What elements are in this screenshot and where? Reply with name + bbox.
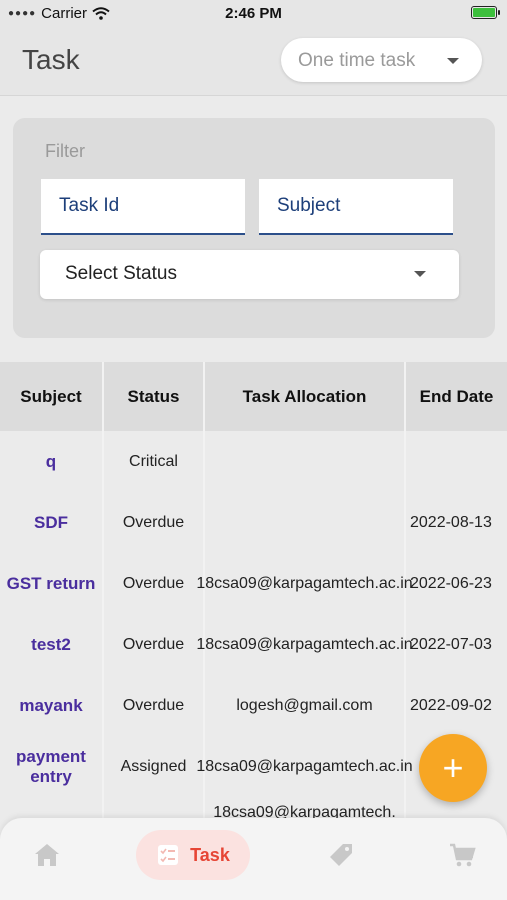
add-task-button[interactable]: + bbox=[419, 734, 487, 802]
row-status: Assigned bbox=[120, 757, 187, 775]
subject-label: Subject bbox=[277, 195, 341, 216]
nav-task[interactable]: Task bbox=[136, 830, 250, 880]
filter-label: Filter bbox=[45, 141, 85, 161]
table-header: Subject Status Task Allocation End Date bbox=[0, 362, 507, 431]
table-row[interactable]: mayank Overdue logesh@gmail.com 2022-09-… bbox=[0, 675, 507, 736]
nav-tag[interactable] bbox=[316, 830, 366, 880]
table-row[interactable]: GST return Overdue 18csa09@karpagamtech.… bbox=[0, 553, 507, 614]
row-end-date: 2022-07-03 bbox=[410, 635, 492, 653]
nav-cart[interactable] bbox=[437, 830, 487, 880]
row-allocation: 18csa09@karpagamtech.ac.in bbox=[196, 574, 413, 592]
row-allocation: 18csa09@karpagamtech.ac.in bbox=[196, 635, 413, 653]
row-subject[interactable]: GST return bbox=[0, 553, 102, 614]
row-end-date: 2022-09-02 bbox=[410, 696, 492, 714]
status-bar: ●●●● Carrier 2:46 PM bbox=[0, 0, 507, 26]
task-type-dropdown[interactable]: One time task bbox=[281, 38, 482, 82]
page-title: Task bbox=[22, 44, 80, 75]
bottom-nav: Task bbox=[0, 818, 507, 900]
status-time: 2:46 PM bbox=[225, 5, 282, 22]
cart-icon bbox=[450, 843, 476, 867]
row-status: Overdue bbox=[122, 574, 185, 592]
status-select[interactable]: Select Status bbox=[40, 250, 459, 299]
task-id-field[interactable]: Task Id bbox=[41, 179, 245, 235]
task-type-value: One time task bbox=[298, 50, 416, 71]
plus-icon: + bbox=[442, 747, 464, 788]
status-select-label: Select Status bbox=[65, 263, 177, 284]
row-allocation: 18csa09@karpagamtech.ac.in bbox=[196, 757, 413, 775]
table-row[interactable]: SDF Overdue 2022-08-13 bbox=[0, 492, 507, 553]
nav-home[interactable] bbox=[22, 830, 72, 880]
row-subject[interactable]: q bbox=[0, 431, 102, 492]
row-subject[interactable]: test2 bbox=[0, 614, 102, 675]
row-subject[interactable]: SDF bbox=[0, 492, 102, 553]
task-id-label: Task Id bbox=[59, 195, 120, 216]
table-row[interactable]: test2 Overdue 18csa09@karpagamtech.ac.in… bbox=[0, 614, 507, 675]
app-bar: Task One time task bbox=[0, 26, 507, 96]
task-icon bbox=[158, 845, 179, 865]
row-allocation bbox=[205, 492, 404, 553]
subject-field[interactable]: Subject bbox=[259, 179, 453, 235]
header-task-allocation[interactable]: Task Allocation bbox=[205, 362, 404, 431]
home-icon bbox=[35, 844, 59, 866]
nav-task-label: Task bbox=[190, 844, 230, 865]
chevron-down-icon bbox=[447, 58, 459, 64]
row-allocation bbox=[205, 431, 404, 492]
tag-icon bbox=[330, 844, 352, 866]
row-status: Critical bbox=[129, 452, 178, 470]
battery-icon bbox=[471, 6, 500, 19]
table-row[interactable]: q Critical bbox=[0, 431, 507, 492]
row-status: Overdue bbox=[122, 513, 185, 531]
row-end-date: 2022-08-13 bbox=[410, 513, 492, 531]
row-subject[interactable]: payment entry bbox=[0, 736, 102, 797]
row-allocation: logesh@gmail.com bbox=[236, 696, 373, 714]
header-end-date[interactable]: End Date bbox=[406, 362, 507, 431]
header-status[interactable]: Status bbox=[104, 362, 203, 431]
row-subject[interactable]: mayank bbox=[0, 675, 102, 736]
chevron-down-icon bbox=[414, 271, 426, 277]
row-status: Overdue bbox=[122, 696, 185, 714]
header-subject[interactable]: Subject bbox=[0, 362, 102, 431]
row-status: Overdue bbox=[122, 635, 185, 653]
row-end-date: 2022-06-23 bbox=[410, 574, 492, 592]
filter-card: Filter Task Id Subject Select Status bbox=[13, 118, 495, 338]
row-end-date bbox=[406, 431, 507, 492]
